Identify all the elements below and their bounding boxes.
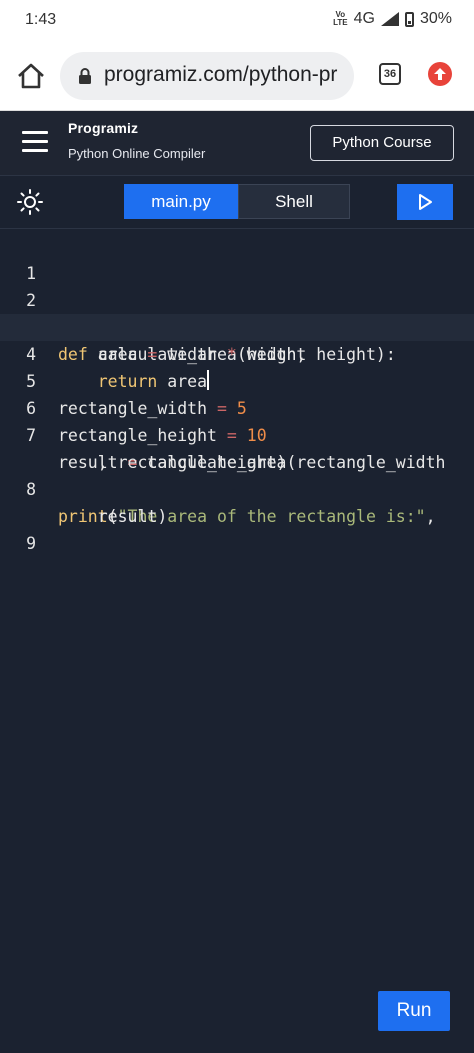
menu-icon[interactable] bbox=[22, 131, 48, 153]
code-line-4: 4 return area bbox=[0, 314, 474, 391]
code-line-7: 7 result = calculate_area(rectangle_widt… bbox=[0, 395, 474, 472]
status-icons: Vo LTE 4G 30% bbox=[333, 10, 452, 28]
battery-icon bbox=[404, 11, 414, 27]
tab-shell[interactable]: Shell bbox=[238, 184, 350, 219]
address-bar[interactable]: programiz.com/python-pr bbox=[60, 52, 354, 100]
code-line-1: 1 bbox=[0, 233, 474, 283]
code-line-9: 9 bbox=[0, 503, 474, 553]
code-line-8: 8 print("The area of the rectangle is:", bbox=[0, 449, 474, 526]
code-line-7-wrap: , rectangle_height) bbox=[0, 422, 474, 472]
play-icon bbox=[419, 194, 432, 210]
theme-toggle-sun-icon[interactable] bbox=[16, 188, 44, 216]
tab-switcher-button[interactable]: 36 bbox=[379, 63, 401, 85]
status-bar: 1:43 Vo LTE 4G 30% bbox=[0, 0, 474, 42]
code-editor[interactable]: 1 2 ▼ def calculate_area(width, height):… bbox=[0, 229, 474, 1053]
site-header: Programiz Python Online Compiler Python … bbox=[0, 111, 474, 176]
editor-toolbar: main.py Shell bbox=[0, 176, 474, 229]
run-icon-button[interactable] bbox=[397, 184, 453, 220]
code-line-5: 5 rectangle_width = 5 bbox=[0, 341, 474, 418]
tab-main-py[interactable]: main.py bbox=[124, 184, 238, 219]
signal-icon bbox=[380, 12, 399, 26]
update-icon[interactable] bbox=[428, 62, 452, 86]
url-text: programiz.com/python-pr bbox=[104, 63, 338, 86]
run-button[interactable]: Run bbox=[378, 991, 450, 1031]
network-type: 4G bbox=[353, 10, 375, 27]
line-number: 9 bbox=[26, 534, 36, 553]
page-subtitle: Python Online Compiler bbox=[68, 146, 206, 161]
code-line-6: 6 rectangle_height = 10 bbox=[0, 368, 474, 445]
browser-toolbar: programiz.com/python-pr 36 bbox=[0, 42, 474, 111]
battery-percent: 30% bbox=[419, 10, 452, 27]
code-line-3: 3 area = width * height bbox=[0, 287, 474, 364]
lock-icon bbox=[79, 68, 91, 84]
volte-icon: Vo LTE bbox=[333, 10, 348, 27]
home-icon[interactable] bbox=[16, 62, 46, 90]
code-line-2: 2 ▼ def calculate_area(width, height): bbox=[0, 260, 474, 364]
code-lines: 1 2 ▼ def calculate_area(width, height):… bbox=[0, 233, 474, 553]
python-course-button[interactable]: Python Course bbox=[310, 125, 454, 161]
programiz-logo[interactable]: Programiz bbox=[68, 120, 138, 136]
code-line-8-wrap: result) bbox=[0, 476, 474, 526]
status-time: 1:43 bbox=[25, 11, 57, 28]
